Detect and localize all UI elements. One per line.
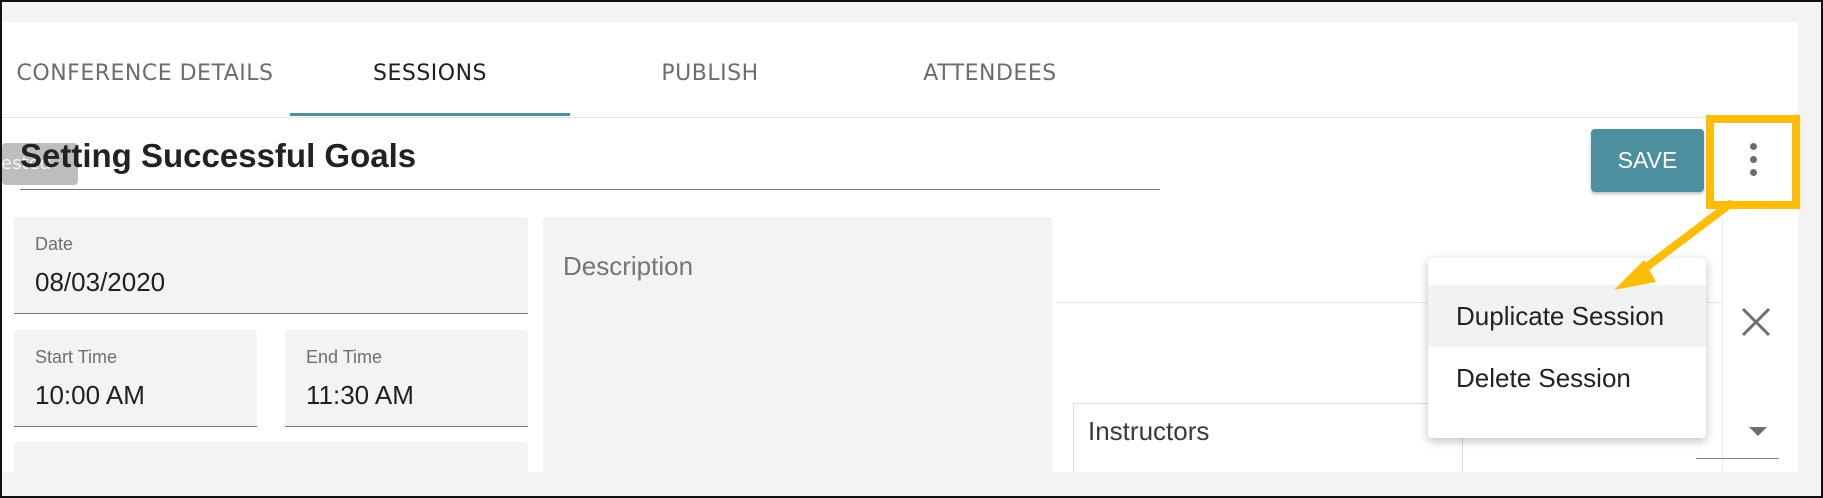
more-options-button[interactable] [1706,115,1800,209]
description-field[interactable]: Description [543,217,1053,472]
close-icon[interactable] [1739,305,1773,339]
duplicate-session-item[interactable]: Duplicate Session [1428,285,1706,347]
right-strip [1798,22,1821,496]
title-underline [20,189,1160,190]
delete-session-item[interactable]: Delete Session [1428,347,1706,409]
select-underline [1696,458,1779,459]
date-field[interactable]: Date 08/03/2020 [14,217,528,314]
active-tab-indicator [290,113,570,116]
chevron-down-icon[interactable] [1749,427,1767,436]
tab-conference-details[interactable]: CONFERENCE DETAILS [0,48,290,118]
end-time-value: 11:30 AM [306,380,414,410]
start-time-value: 10:00 AM [35,380,145,410]
start-time-label: Start Time [35,347,118,367]
save-button[interactable]: SAVE [1591,129,1704,192]
tab-publish[interactable]: PUBLISH [570,48,850,118]
date-value: 08/03/2020 [35,267,166,297]
start-time-field[interactable]: Start Time 10:00 AM [14,330,257,427]
instructors-label: Instructors [1088,416,1210,446]
bottom-strip [2,472,1798,496]
session-options-menu: Duplicate Session Delete Session [1428,258,1706,438]
session-title[interactable]: Setting Successful Goals [20,137,416,175]
date-label: Date [35,234,74,254]
end-time-label: End Time [306,347,383,367]
tab-attendees[interactable]: ATTENDEES [850,48,1130,118]
end-time-field[interactable]: End Time 11:30 AM [285,330,528,427]
top-strip [2,2,1821,22]
tab-sessions[interactable]: SESSIONS [290,48,570,118]
description-label: Description [563,251,694,281]
tab-bar: CONFERENCE DETAILS SESSIONS PUBLISH ATTE… [0,48,1798,118]
more-vert-icon [1750,143,1758,183]
